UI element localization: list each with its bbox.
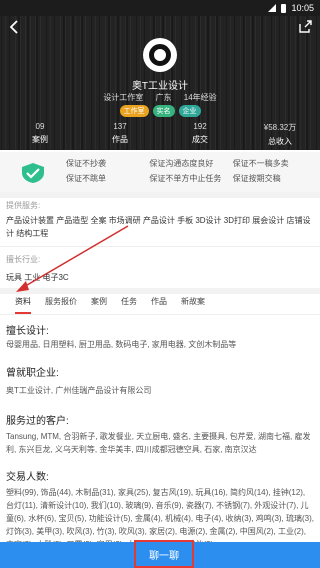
guarantee-item: 保证不跳单 [66,174,106,183]
stat-label: 作品 [112,135,128,144]
stat-label: 成交 [192,135,208,144]
stat-value: 09 [35,122,45,131]
tab-bar: 资料 服务报价 案例 任务 作品 新故案 [0,296,320,314]
tag-type: 设计工作室 [103,93,144,102]
guarantee-item: 保证不一稿多卖 [232,159,289,168]
section-divider [0,192,320,198]
badge-verified: 实名 [152,105,175,117]
stat-value: ¥58.32万 [263,123,297,132]
share-icon[interactable] [296,18,314,36]
tab-works[interactable]: 作品 [144,296,174,314]
stat-cases[interactable]: 09 案例 [0,122,80,147]
stat-label: 总收入 [268,137,292,146]
profile-header: 奥T工业设计 设计工作室 广东 14年经验 工作室 实名 企业 09 案例 137… [0,0,320,150]
badge-studio: 工作室 [119,105,149,117]
stat-label: 案例 [32,135,48,144]
stat-value: 137 [113,122,127,131]
transactions-text: 塑料(99), 饰品(44), 木制品(31), 家具(25), 复古风(19)… [6,488,314,542]
services-text: 产品设计装置 产品造型 全案 市场调研 产品设计 手板 3D设计 3D打印 展会… [6,216,311,238]
battery-icon [281,3,287,13]
stat-income[interactable]: ¥58.32万 总收入 [240,122,320,147]
stats-row: 09 案例 137 作品 192 成交 ¥58.32万 总收入 [0,122,320,147]
section-divider [0,246,320,247]
services-label: 提供服务: [6,201,41,210]
tab-profile[interactable]: 资料 [8,296,38,314]
skills-title: 擅长设计: [6,326,49,337]
tab-pricing[interactable]: 服务报价 [38,296,84,314]
clients-title: 服务过的客户: [6,416,69,427]
tab-tasks[interactable]: 任务 [114,296,144,314]
status-time: 10:05 [291,3,314,13]
industry-text: 玩具 工业 电子3C [6,273,69,282]
tab-new-cases[interactable]: 新故案 [174,296,212,314]
status-bar: 10:05 [0,0,320,16]
industry-label: 擅长行业: [6,255,41,264]
section-divider [0,288,320,294]
tag-experience: 14年经验 [183,93,217,102]
stat-deals[interactable]: 192 成交 [160,122,240,147]
guarantee-item: 保证沟通态度良好 [149,159,214,168]
logo-ring-icon [149,44,171,66]
company-title: 曾就职企业: [6,368,59,379]
guarantee-panel: 保证不抄袭 保证沟通态度良好 保证不一稿多卖 保证不跳单 保证不单方中止任务 保… [0,152,320,192]
tab-divider [0,314,320,315]
back-arrow-icon[interactable] [6,18,24,36]
company-name: 奥T工业设计 [131,81,189,92]
company-text: 奥T工业设计, 广州佳瑞产品设计有限公司 [6,386,152,395]
guarantee-item: 保证不抄袭 [66,159,106,168]
guarantee-item: 保证不单方中止任务 [149,174,222,183]
guarantee-list: 保证不抄袭 保证沟通态度良好 保证不一稿多卖 保证不跳单 保证不单方中止任务 保… [66,158,316,184]
shield-check-icon [22,163,44,183]
stat-value: 192 [193,122,207,131]
tag-location: 广东 [155,93,172,102]
profile-tags: 设计工作室 广东 14年经验 [0,92,320,103]
consult-button[interactable]: 聊一聊 [134,540,194,568]
badge-enterprise: 企业 [178,105,201,117]
guarantee-item: 保证按期交稿 [232,174,281,183]
signal-icon [268,4,277,12]
avatar[interactable] [143,38,177,72]
badge-row: 工作室 实名 企业 [0,105,320,117]
transactions-title: 交易人数: [6,472,49,483]
stat-works[interactable]: 137 作品 [80,122,160,147]
tab-cases[interactable]: 案例 [84,296,114,314]
skills-text: 母婴用品, 日用塑料, 厨卫用品, 数码电子, 家用电器, 文创木制品等 [6,340,237,349]
clients-text: Tansung, MTM, 合羽新子, 歌发餐业, 天立厨电, 盛名, 主要摄具… [6,432,311,454]
